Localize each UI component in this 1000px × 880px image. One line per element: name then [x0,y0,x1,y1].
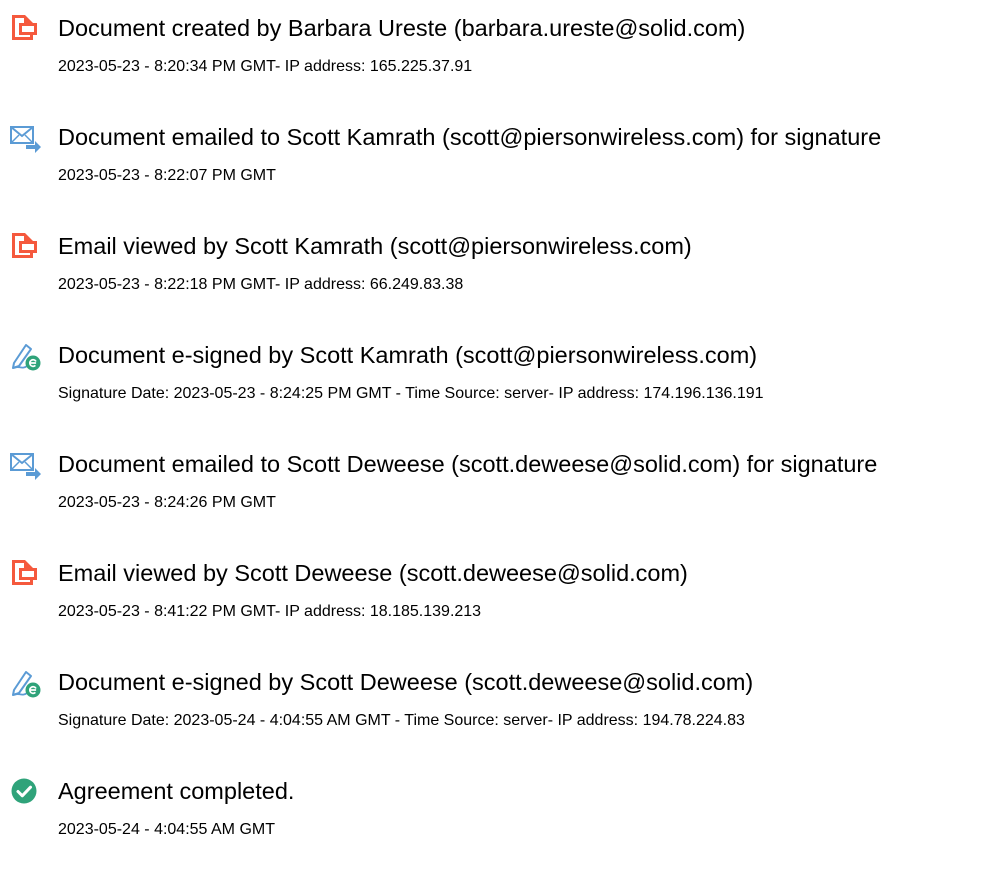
event-title: Email viewed by Scott Kamrath (scott@pie… [58,233,692,259]
document-icon [8,230,42,264]
event-detail: 2023-05-23 - 8:20:34 PM GMT- IP address:… [58,58,473,75]
checkmark-circle-icon [8,775,42,809]
email-sent-icon [8,448,42,482]
event-title: Document e-signed by Scott Kamrath (scot… [58,342,758,368]
event-detail: 2023-05-24 - 4:04:55 AM GMT [58,821,275,838]
history-event: Email viewed by Scott Kamrath (scott@pie… [0,230,1000,310]
event-title: Agreement completed. [58,778,295,804]
event-detail: 2023-05-23 - 8:41:22 PM GMT- IP address:… [58,603,482,620]
audit-history: Document created by Barbara Ureste (barb… [0,0,1000,880]
history-event: Document e-signed by Scott Deweese (scot… [0,666,1000,746]
esign-pen-icon [8,339,42,373]
event-detail: Signature Date: 2023-05-23 - 8:24:25 PM … [58,385,764,402]
esign-pen-icon [8,666,42,700]
event-title: Document e-signed by Scott Deweese (scot… [58,669,754,695]
event-detail: 2023-05-23 - 8:24:26 PM GMT [58,494,276,511]
document-icon [8,12,42,46]
event-title: Document emailed to Scott Deweese (scott… [58,451,878,477]
event-title: Document emailed to Scott Kamrath (scott… [58,124,882,150]
email-sent-icon [8,121,42,155]
history-event: Document e-signed by Scott Kamrath (scot… [0,339,1000,419]
event-detail: 2023-05-23 - 8:22:18 PM GMT- IP address:… [58,276,464,293]
document-icon [8,557,42,591]
event-title: Email viewed by Scott Deweese (scott.dew… [58,560,688,586]
event-detail: Signature Date: 2023-05-24 - 4:04:55 AM … [58,712,745,729]
event-detail: 2023-05-23 - 8:22:07 PM GMT [58,167,276,184]
history-event: Document emailed to Scott Kamrath (scott… [0,121,1000,201]
history-event: Agreement completed. 2023-05-24 - 4:04:5… [0,775,1000,855]
event-title: Document created by Barbara Ureste (barb… [58,15,746,41]
history-event: Document emailed to Scott Deweese (scott… [0,448,1000,528]
history-event: Email viewed by Scott Deweese (scott.dew… [0,557,1000,637]
history-event: Document created by Barbara Ureste (barb… [0,12,1000,92]
